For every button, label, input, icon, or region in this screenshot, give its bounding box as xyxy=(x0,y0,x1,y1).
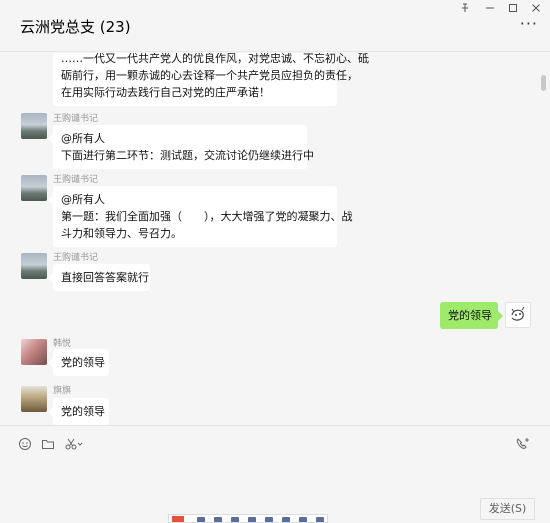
sender-name: 韩悦 xyxy=(53,339,72,349)
ime-tools-icon[interactable] xyxy=(299,517,307,522)
sender-avatar[interactable] xyxy=(21,386,47,412)
message-line: 下面进行第二环节：测试题，交流讨论仍继续进行中 xyxy=(61,149,314,162)
sender-avatar[interactable] xyxy=(21,113,47,139)
message-line: ……一代又一代共产党人的优良作风，对党忠诚、不忘初心、砥 xyxy=(61,53,369,65)
sender-avatar[interactable] xyxy=(21,253,47,279)
sender-avatar[interactable] xyxy=(21,175,47,201)
chat-title: 云洲党总支 (23) xyxy=(20,18,131,36)
title-bar: 云洲党总支 (23) ··· xyxy=(0,0,550,52)
ime-punctuation-icon[interactable] xyxy=(214,517,222,522)
ime-toolbar[interactable] xyxy=(168,514,328,523)
message-line: 在用实际行动去践行自己对党的庄严承诺！ xyxy=(61,86,270,99)
message-bubble: @所有人 第一题：我们全面加强（ ），大大增强了党的凝聚力、战 斗力和领导力、号召… xyxy=(48,186,353,247)
folder-icon[interactable] xyxy=(41,437,55,455)
message-line: 党的领导 xyxy=(61,405,105,418)
sender-name: 王购谴书记 xyxy=(53,175,99,185)
pin-icon[interactable] xyxy=(453,2,477,18)
divider xyxy=(0,425,550,426)
minimize-icon[interactable] xyxy=(478,2,502,18)
cartoon-icon xyxy=(511,306,525,321)
message-fragment: 第一题：我们全面加强（ xyxy=(61,210,182,223)
ime-voice-icon[interactable] xyxy=(248,517,256,522)
phone-call-icon[interactable] xyxy=(515,437,531,455)
ime-emoji-icon[interactable] xyxy=(231,517,239,522)
message-line: 砺前行，用一颗赤诚的心去诠释一个共产党员应担负的责任， xyxy=(61,69,358,82)
message-bubble: 党的领导 xyxy=(48,398,109,425)
message-line: 第一题：我们全面加强（ ），大大增强了党的凝聚力、战 xyxy=(61,208,353,225)
my-message-bubble: 党的领导 xyxy=(440,302,503,329)
more-dots-icon[interactable]: ··· xyxy=(520,16,538,32)
message-list[interactable]: ……一代又一代共产党人的优良作风，对党忠诚、不忘初心、砥 砺前行，用一颗赤诚的心… xyxy=(0,53,550,425)
sender-name: 王购谴书记 xyxy=(53,253,99,263)
sender-name: 旗旗 xyxy=(53,386,72,396)
ime-keyboard-icon[interactable] xyxy=(265,517,273,522)
message-bubble: ……一代又一代共产党人的优良作风，对党忠诚、不忘初心、砥 砺前行，用一颗赤诚的心… xyxy=(53,53,369,106)
ime-settings-icon[interactable] xyxy=(316,517,324,522)
message-line: @所有人 xyxy=(61,132,105,145)
my-avatar[interactable] xyxy=(505,302,531,328)
ime-logo-icon xyxy=(172,516,184,522)
sender-name: 王购谴书记 xyxy=(53,114,99,124)
message-bubble: 直接回答答案就行 xyxy=(48,264,150,291)
ime-skin-icon[interactable] xyxy=(282,517,290,522)
message-input[interactable] xyxy=(0,455,550,495)
message-line: 党的领导 xyxy=(61,356,105,369)
message-fragment: ），大大增强了党的凝聚力、战 xyxy=(204,210,353,223)
scrollbar[interactable] xyxy=(541,75,546,91)
emoji-icon[interactable] xyxy=(18,437,32,455)
scissors-icon[interactable] xyxy=(64,437,84,455)
send-button[interactable]: 发送(S) xyxy=(480,498,535,520)
message-bubble: 党的领导 xyxy=(48,349,109,376)
message-line: 直接回答答案就行 xyxy=(61,271,149,284)
message-line: 党的领导 xyxy=(448,309,492,322)
sender-avatar[interactable] xyxy=(21,339,47,365)
ime-chinese-icon[interactable] xyxy=(197,517,205,522)
message-bubble: @所有人 下面进行第二环节：测试题，交流讨论仍继续进行中 xyxy=(48,125,314,169)
message-line: @所有人 xyxy=(61,193,105,206)
message-line: 斗力和领导力、号召力。 xyxy=(61,227,182,240)
